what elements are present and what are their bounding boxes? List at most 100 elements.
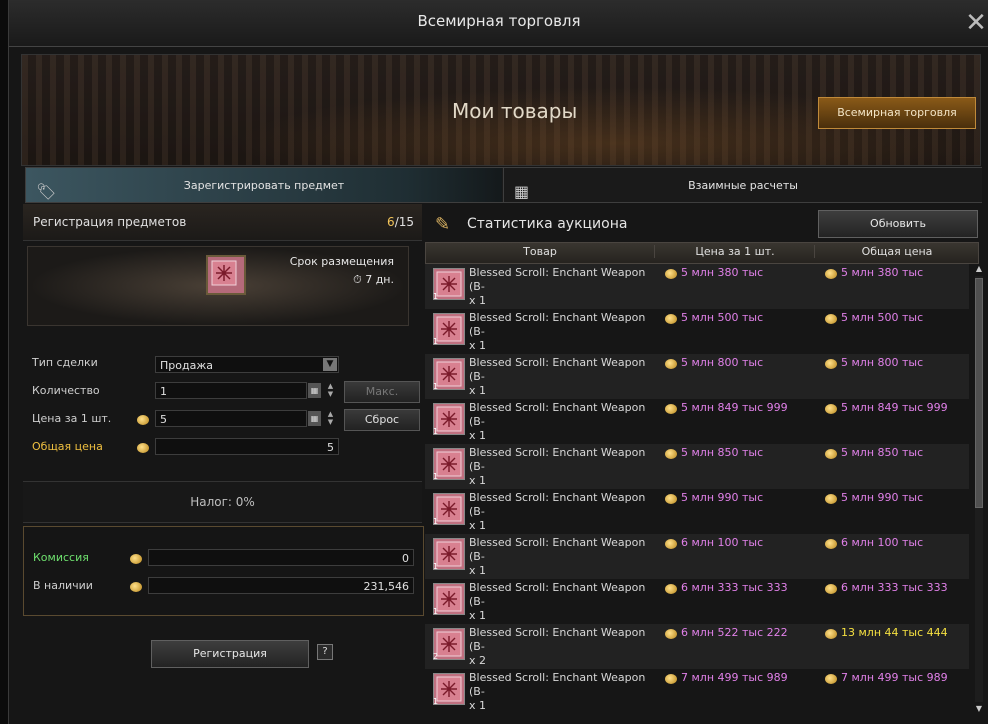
world-trade-button[interactable]: Всемирная торговля xyxy=(818,97,976,129)
adena-icon xyxy=(825,314,837,324)
commission-field: 0 xyxy=(148,549,414,566)
hammer-icon: ✎ xyxy=(435,214,451,235)
item-name: Blessed Scroll: Enchant Weapon (B-x 1 xyxy=(469,266,659,308)
scroll-thumb[interactable] xyxy=(975,278,983,508)
quantity-input[interactable]: 1 xyxy=(155,382,307,399)
table-row[interactable]: 1 Blessed Scroll: Enchant Weapon (B-x 1 5 … xyxy=(425,309,969,354)
adena-icon xyxy=(137,443,149,453)
help-icon[interactable]: ? xyxy=(317,644,333,660)
unit-price-input[interactable]: 5 xyxy=(155,410,307,427)
unit-price: 7 млн 499 тыс 989 xyxy=(681,671,788,684)
table-row[interactable]: 1 Blessed Scroll: Enchant Weapon (B-x 1 6 … xyxy=(425,579,969,624)
tab-label: Зарегистрировать предмет xyxy=(183,179,345,192)
listing-term-label: Срок размещения xyxy=(289,255,394,268)
slot-count-max: /15 xyxy=(394,215,414,229)
deal-type-select[interactable]: Продажа ▼ xyxy=(155,356,339,373)
tab-settlements[interactable]: ▦ Взаимные расчеты xyxy=(503,168,982,202)
total-price: 5 млн 380 тыс xyxy=(841,266,924,279)
adena-icon xyxy=(665,449,677,459)
item-name-text: Blessed Scroll: Enchant Weapon (B- xyxy=(469,401,646,428)
column-header-total-price[interactable]: Общая цена xyxy=(814,245,979,258)
table-row[interactable]: 1 Blessed Scroll: Enchant Weapon (B-x 1 5 … xyxy=(425,444,969,489)
unit-price: 5 млн 850 тыс xyxy=(681,446,764,459)
register-button[interactable]: Регистрация xyxy=(151,640,309,668)
refresh-button[interactable]: Обновить xyxy=(818,210,978,238)
world-trade-window: Всемирная торговля ✕ Мои товары Всемирна… xyxy=(8,0,988,724)
adena-icon xyxy=(825,404,837,414)
item-quantity-badge: 1 xyxy=(433,427,439,436)
scrollbar[interactable]: ▲ ▼ xyxy=(975,264,983,714)
item-name-text: Blessed Scroll: Enchant Weapon (B- xyxy=(469,581,646,608)
item-preview-box: Срок размещения ⏱ 7 дн. xyxy=(27,246,409,326)
commission-box: Комиссия 0 В наличии 231,546 xyxy=(23,526,424,616)
adena-icon xyxy=(665,314,677,324)
item-name: Blessed Scroll: Enchant Weapon (B-x 1 xyxy=(469,536,659,578)
table-row[interactable]: 1 Blessed Scroll: Enchant Weapon (B-x 1 5 … xyxy=(425,399,969,444)
item-name: Blessed Scroll: Enchant Weapon (B-x 1 xyxy=(469,491,659,533)
max-button[interactable]: Макс. xyxy=(344,381,420,403)
tab-bar: 🏷 Зарегистрировать предмет ▦ Взаимные ра… xyxy=(25,167,982,203)
adena-icon xyxy=(130,582,142,592)
banner: Мои товары Всемирная торговля xyxy=(21,54,981,166)
item-quantity-badge: 1 xyxy=(433,337,439,346)
adena-icon xyxy=(665,359,677,369)
item-quantity-badge: 1 xyxy=(433,517,439,526)
slot-count-current: 6 xyxy=(387,215,395,229)
item-slot[interactable] xyxy=(206,255,246,295)
item-quantity-badge: 2 xyxy=(433,652,439,661)
adena-icon xyxy=(665,674,677,684)
chevron-down-icon[interactable]: ▼ xyxy=(323,358,337,371)
column-header-item[interactable]: Товар xyxy=(426,245,654,258)
item-name: Blessed Scroll: Enchant Weapon (B-x 1 xyxy=(469,671,659,713)
total-price: 6 млн 100 тыс xyxy=(841,536,924,549)
table-row[interactable]: 1 Blessed Scroll: Enchant Weapon (B-x 1 7 … xyxy=(425,669,969,714)
deal-type-label: Тип сделки xyxy=(32,356,98,369)
title-bar[interactable]: Всемирная торговля ✕ xyxy=(9,0,988,47)
reset-button[interactable]: Сброс xyxy=(344,409,420,431)
column-header-unit-price[interactable]: Цена за 1 шт. xyxy=(654,245,815,258)
tab-label: Взаимные расчеты xyxy=(688,179,798,192)
banner-title: Мои товары xyxy=(452,99,578,123)
adena-icon xyxy=(825,539,837,549)
scroll-up-icon[interactable]: ▲ xyxy=(975,264,983,274)
adena-icon xyxy=(825,359,837,369)
stepper-arrows-icon[interactable]: ▲ ▼ xyxy=(324,410,337,428)
item-quantity: x 1 xyxy=(469,564,487,577)
item-quantity-badge: 1 xyxy=(433,382,439,391)
item-name-text: Blessed Scroll: Enchant Weapon (B- xyxy=(469,536,646,563)
available-field: 231,546 xyxy=(148,577,414,594)
item-quantity: x 1 xyxy=(469,294,487,307)
register-title: Регистрация предметов xyxy=(33,215,187,229)
table-row[interactable]: 1 Blessed Scroll: Enchant Weapon (B-x 1 5 … xyxy=(425,354,969,399)
item-name-text: Blessed Scroll: Enchant Weapon (B- xyxy=(469,356,646,383)
item-quantity: x 1 xyxy=(469,474,487,487)
adena-icon xyxy=(825,584,837,594)
table-row[interactable]: 1 Blessed Scroll: Enchant Weapon (B-x 1 6 … xyxy=(425,534,969,579)
scroll-down-icon[interactable]: ▼ xyxy=(975,704,983,714)
table-row[interactable]: 2 Blessed Scroll: Enchant Weapon (B-x 2 6 … xyxy=(425,624,969,669)
calculator-icon[interactable]: ▦ xyxy=(308,411,321,426)
item-name-text: Blessed Scroll: Enchant Weapon (B- xyxy=(469,311,646,338)
auction-table-body: 1 Blessed Scroll: Enchant Weapon (B-x 1 5 … xyxy=(425,264,969,714)
item-name-text: Blessed Scroll: Enchant Weapon (B- xyxy=(469,266,646,293)
table-header: Товар Цена за 1 шт. Общая цена xyxy=(425,242,979,264)
window-title: Всемирная торговля xyxy=(417,12,581,30)
close-icon[interactable]: ✕ xyxy=(963,10,988,36)
item-name: Blessed Scroll: Enchant Weapon (B-x 1 xyxy=(469,446,659,488)
table-row[interactable]: 1 Blessed Scroll: Enchant Weapon (B-x 1 5 … xyxy=(425,264,969,309)
register-panel: Регистрация предметов 6/15 Срок размещен… xyxy=(23,204,424,714)
item-quantity: x 1 xyxy=(469,339,487,352)
unit-price: 6 млн 333 тыс 333 xyxy=(681,581,788,594)
total-price: 5 млн 850 тыс xyxy=(841,446,924,459)
adena-icon xyxy=(665,629,677,639)
term-days: 7 дн. xyxy=(365,273,394,286)
total-price-label: Общая цена xyxy=(32,440,103,453)
table-row[interactable]: 1 Blessed Scroll: Enchant Weapon (B-x 1 5 … xyxy=(425,489,969,534)
adena-icon xyxy=(825,674,837,684)
tab-register-item[interactable]: 🏷 Зарегистрировать предмет xyxy=(26,168,502,202)
deal-type-value: Продажа xyxy=(160,359,213,372)
adena-icon xyxy=(665,269,677,279)
calculator-icon[interactable]: ▦ xyxy=(308,383,321,398)
total-price-field: 5 xyxy=(155,438,339,455)
stepper-arrows-icon[interactable]: ▲ ▼ xyxy=(324,382,337,400)
